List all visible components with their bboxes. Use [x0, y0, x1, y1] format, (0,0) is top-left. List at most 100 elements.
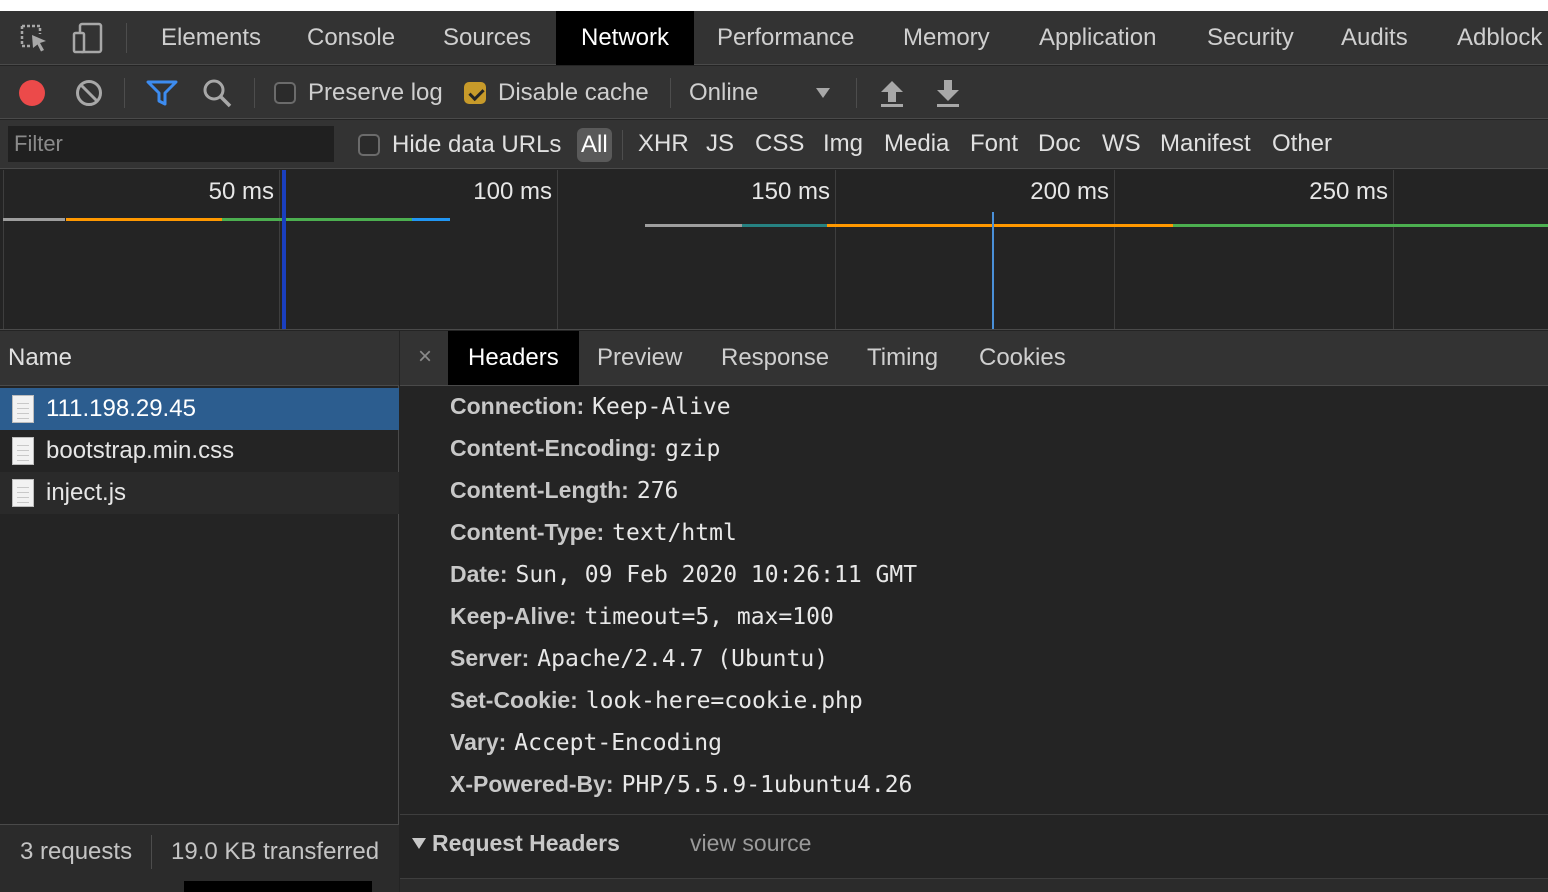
network-overview[interactable]: 50 ms 100 ms 150 ms 200 ms 250 ms	[0, 170, 1548, 330]
header-key: X-Powered-By:	[450, 771, 614, 797]
tab-timing[interactable]: Timing	[867, 331, 938, 385]
scrollbar-thumb[interactable]	[184, 881, 372, 892]
throttling-select[interactable]: Online	[689, 66, 834, 119]
filter-toggle-button[interactable]	[146, 66, 178, 119]
time-label-250ms: 250 ms	[1309, 178, 1388, 205]
request-headers-title[interactable]: Request Headers	[432, 815, 620, 871]
filter-type-manifest[interactable]: Manifest	[1160, 120, 1251, 169]
device-toolbar-icon[interactable]	[68, 11, 108, 65]
timing-download-bar	[412, 218, 450, 221]
tab-elements[interactable]: Elements	[161, 11, 261, 65]
tab-network[interactable]: Network	[556, 11, 694, 65]
filter-type-font[interactable]: Font	[970, 120, 1018, 169]
export-har-button[interactable]	[934, 66, 962, 119]
header-row-content-encoding: Content-Encoding: gzip	[450, 427, 720, 469]
header-key: Vary:	[450, 729, 507, 755]
filter-type-doc[interactable]: Doc	[1038, 120, 1081, 169]
tab-sources[interactable]: Sources	[443, 11, 531, 65]
disable-cache-checkbox[interactable]	[464, 81, 486, 104]
name-column-header[interactable]: Name	[0, 331, 399, 386]
request-row[interactable]: 111.198.29.45	[0, 388, 399, 430]
toolbar-separator	[856, 78, 857, 108]
filter-type-css[interactable]: CSS	[755, 120, 804, 169]
preserve-log-toggle[interactable]: Preserve log	[274, 66, 443, 119]
tab-audits[interactable]: Audits	[1341, 11, 1408, 65]
disable-cache-toggle[interactable]: Disable cache	[464, 66, 649, 119]
header-value: timeout=5, max=100	[584, 604, 834, 630]
import-har-button[interactable]	[878, 66, 906, 119]
tab-adblock[interactable]: Adblock	[1457, 11, 1542, 65]
overview-gridline	[835, 170, 836, 329]
filter-separator	[622, 130, 623, 160]
filter-type-js[interactable]: JS	[706, 120, 734, 169]
record-button[interactable]	[18, 66, 46, 119]
request-row[interactable]: inject.js	[0, 472, 399, 514]
overview-gridline	[1114, 170, 1115, 329]
tab-preview[interactable]: Preview	[597, 331, 682, 385]
expand-triangle-icon[interactable]	[412, 838, 426, 849]
header-row-vary: Vary: Accept-Encoding	[450, 721, 722, 763]
header-value: 276	[636, 478, 679, 504]
header-row-keep-alive: Keep-Alive: timeout=5, max=100	[450, 595, 834, 637]
overview-gridline	[3, 170, 4, 329]
clear-button[interactable]	[75, 66, 103, 119]
request-row[interactable]: bootstrap.min.css	[0, 430, 399, 472]
timing-queue-bar	[645, 224, 742, 227]
request-headers-section[interactable]: Request Headers view source	[400, 814, 1548, 878]
header-row-x-powered-by: X-Powered-By: PHP/5.5.9-1ubuntu4.26	[450, 763, 912, 805]
inspect-element-icon[interactable]	[14, 11, 54, 65]
requests-pane: Name 111.198.29.45 bootstrap.min.css inj…	[0, 331, 399, 892]
search-button[interactable]	[202, 66, 232, 119]
document-icon	[12, 395, 34, 423]
time-label-200ms: 200 ms	[1030, 178, 1109, 205]
header-key: Content-Length:	[450, 477, 629, 503]
header-row-content-length: Content-Length: 276	[450, 469, 678, 511]
preserve-log-label: Preserve log	[308, 78, 443, 106]
header-value: Apache/2.4.7 (Ubuntu)	[537, 646, 829, 672]
close-details-icon[interactable]: ×	[418, 331, 432, 383]
network-toolbar: Preserve log Disable cache Online	[0, 66, 1548, 119]
tab-console[interactable]: Console	[307, 11, 395, 65]
hide-data-urls-toggle[interactable]: Hide data URLs	[358, 120, 561, 169]
filter-type-media[interactable]: Media	[884, 120, 949, 169]
tab-application[interactable]: Application	[1039, 11, 1156, 65]
tab-performance[interactable]: Performance	[717, 11, 854, 65]
header-value: look-here=cookie.php	[585, 688, 863, 714]
filter-type-other[interactable]: Other	[1272, 120, 1332, 169]
view-source-link[interactable]: view source	[690, 815, 811, 871]
header-row-set-cookie: Set-Cookie: look-here=cookie.php	[450, 679, 863, 721]
devtools-tab-bar: Elements Console Sources Network Perform…	[0, 11, 1548, 65]
header-key: Connection:	[450, 393, 585, 419]
header-row-server: Server: Apache/2.4.7 (Ubuntu)	[450, 637, 828, 679]
clear-icon	[76, 79, 102, 106]
header-value: gzip	[664, 436, 721, 462]
filter-type-all[interactable]: All	[577, 128, 612, 162]
toolbar-separator	[124, 78, 125, 108]
details-bottom-bar	[400, 878, 1548, 892]
preserve-log-checkbox[interactable]	[274, 81, 296, 104]
tab-bar-separator	[126, 23, 127, 53]
filter-type-img[interactable]: Img	[823, 120, 863, 169]
horizontal-scrollbar[interactable]	[0, 878, 399, 892]
filter-type-xhr[interactable]: XHR	[638, 120, 689, 169]
tab-cookies[interactable]: Cookies	[979, 331, 1066, 385]
header-value: text/html	[612, 520, 737, 546]
time-label-100ms: 100 ms	[473, 178, 552, 205]
hide-data-urls-label: Hide data URLs	[392, 130, 562, 158]
filter-type-ws[interactable]: WS	[1102, 120, 1141, 169]
overview-gridline	[557, 170, 558, 329]
tab-memory[interactable]: Memory	[903, 11, 990, 65]
time-label-150ms: 150 ms	[751, 178, 830, 205]
header-key: Server:	[450, 645, 530, 671]
hide-data-urls-checkbox[interactable]	[358, 133, 380, 156]
upload-icon	[881, 80, 903, 107]
document-icon	[12, 479, 34, 507]
filter-input[interactable]	[8, 126, 334, 162]
header-key: Set-Cookie:	[450, 687, 578, 713]
disable-cache-label: Disable cache	[498, 78, 649, 106]
tab-security[interactable]: Security	[1207, 11, 1294, 65]
header-key: Date:	[450, 561, 508, 587]
header-key: Content-Encoding:	[450, 435, 657, 461]
tab-headers[interactable]: Headers	[448, 331, 579, 385]
tab-response[interactable]: Response	[721, 331, 829, 385]
